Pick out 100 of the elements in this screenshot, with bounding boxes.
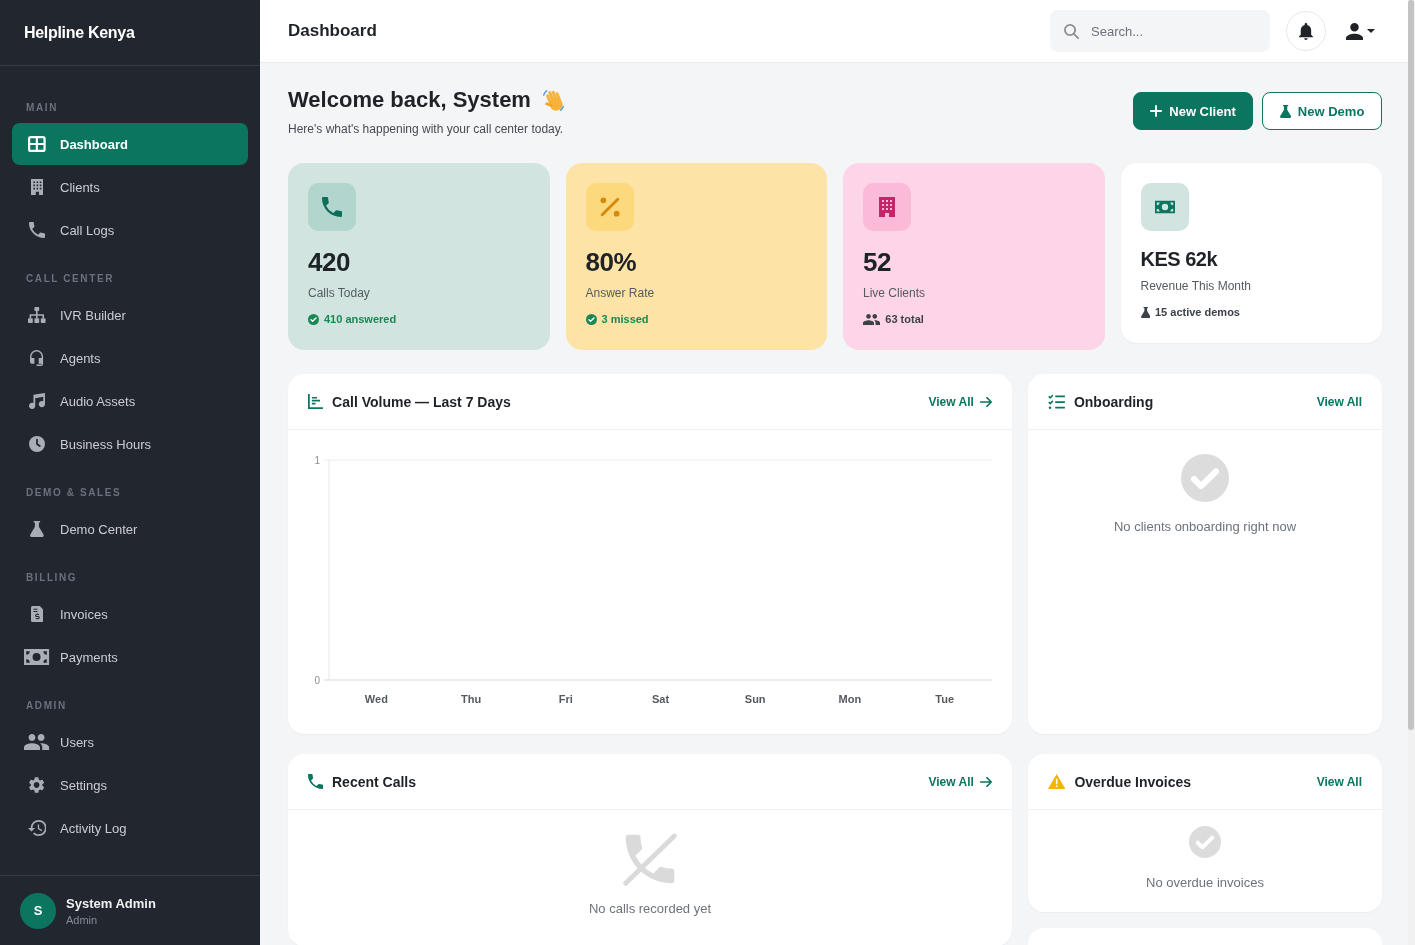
section-label: BILLING <box>26 572 78 583</box>
stat-note: 3 missed <box>601 312 649 326</box>
axis-label: 1 <box>314 455 320 466</box>
stat-label: Revenue This Month <box>1140 278 1252 294</box>
stat-label: Answer Rate <box>585 285 656 301</box>
panel-title: Onboarding <box>1073 393 1154 410</box>
percent-icon <box>585 183 634 231</box>
stat-label: Live Clients <box>863 285 927 301</box>
phone-icon <box>308 183 356 231</box>
arrow-right-icon <box>979 776 992 787</box>
notification-button[interactable] <box>1286 11 1326 51</box>
axis-label: 0 <box>314 675 320 686</box>
view-all-link[interactable]: View All <box>928 394 992 409</box>
sidebar-item[interactable]: Demo Center <box>12 508 248 550</box>
sidebar-item[interactable]: Invoices <box>12 593 248 635</box>
section-label: MAIN <box>26 102 58 113</box>
sidebar-item[interactable]: IVR Builder <box>12 294 248 336</box>
section-label: DEMO & SALES <box>26 487 122 498</box>
panel-title: Overdue Invoices <box>1074 773 1192 790</box>
phone-icon <box>29 222 45 238</box>
user-avatar: S <box>20 892 56 929</box>
caret-icon <box>1367 29 1375 33</box>
axis-label: Fri <box>558 693 573 705</box>
panel-title: Recent Calls <box>332 773 417 790</box>
banknote-icon <box>1140 183 1189 231</box>
search-icon <box>1064 23 1079 39</box>
user-name: System Admin <box>66 895 156 911</box>
stat-value: 420 <box>308 247 351 277</box>
chart-icon <box>308 394 324 409</box>
stat-label: Calls Today <box>308 285 371 301</box>
user-menu-button[interactable] <box>1346 22 1375 40</box>
section-label: CALL CENTER <box>26 273 114 284</box>
page-title: Dashboard <box>288 21 377 41</box>
sidebar-item[interactable]: Users <box>12 721 248 763</box>
stat-value: 80% <box>585 247 638 277</box>
document-icon <box>30 606 44 622</box>
plus-icon <box>1150 105 1163 117</box>
empty-message: No calls recorded yet <box>588 901 712 917</box>
check-circle-icon <box>585 313 597 325</box>
users-icon <box>863 313 881 325</box>
stat-value: KES 62k <box>1140 247 1219 271</box>
warning-icon <box>1048 774 1066 789</box>
welcome-subtitle: Here's what's happening with your call center today. <box>288 122 565 136</box>
users-icon <box>24 734 50 750</box>
action-button[interactable]: New Client <box>1133 92 1253 130</box>
headset-icon <box>30 350 44 366</box>
building-icon <box>863 183 911 231</box>
checklist-icon <box>1048 394 1065 409</box>
view-all-link[interactable]: View All <box>928 774 992 789</box>
phone-slash-icon <box>623 832 677 886</box>
empty-message: No clients onboarding right now <box>1113 519 1297 535</box>
stat-note: 15 active demos <box>1155 305 1240 319</box>
stat-value: 52 <box>863 247 892 277</box>
check-circle-icon <box>1181 454 1229 502</box>
flask-icon <box>30 521 44 537</box>
axis-label: Sat <box>651 693 670 705</box>
axis-label: Sun <box>744 693 766 705</box>
gear-icon <box>29 777 45 793</box>
axis-label: Tue <box>935 693 954 705</box>
sidebar-item[interactable]: Dashboard <box>12 123 248 165</box>
sidebar-item[interactable]: Settings <box>12 764 248 806</box>
view-all-link[interactable]: View All <box>1316 394 1362 409</box>
scrollbar-thumb[interactable] <box>1408 0 1414 730</box>
clock-icon <box>29 436 45 452</box>
flask-icon <box>1279 104 1291 118</box>
arrow-right-icon <box>979 396 992 407</box>
waving-hand-icon <box>540 87 567 113</box>
search-field[interactable]: Search... <box>1050 10 1270 52</box>
sidebar-item[interactable]: Clients <box>12 166 248 208</box>
axis-label: Thu <box>461 693 482 705</box>
user-role: Admin <box>66 913 99 926</box>
flask-icon <box>1140 306 1150 318</box>
action-button[interactable]: New Demo <box>1262 92 1382 130</box>
building-icon <box>30 179 44 195</box>
phone-icon <box>308 774 323 789</box>
sitemap-icon <box>28 307 46 323</box>
welcome-title: Welcome back, System <box>288 86 531 114</box>
history-icon <box>27 820 47 836</box>
sidebar-item[interactable]: Call Logs <box>12 209 248 251</box>
view-all-link[interactable]: View All <box>1316 774 1362 789</box>
stat-note: 63 total <box>885 312 924 326</box>
section-label: ADMIN <box>26 700 67 711</box>
sidebar-item[interactable]: Payments <box>12 636 248 678</box>
grid-icon <box>28 136 46 152</box>
axis-label: Wed <box>364 693 388 705</box>
check-circle-icon <box>308 313 319 325</box>
banknote-icon <box>24 649 50 665</box>
music-note-icon <box>29 393 45 409</box>
stat-note: 410 answered <box>324 312 397 326</box>
sidebar-item[interactable]: Business Hours <box>12 423 248 465</box>
check-circle-icon <box>1189 826 1221 858</box>
axis-label: Mon <box>838 693 862 705</box>
sidebar-item[interactable]: Audio Assets <box>12 380 248 422</box>
panel-title: Call Volume — Last 7 Days <box>332 393 511 410</box>
sidebar-item[interactable]: Activity Log <box>12 807 248 849</box>
empty-message: No overdue invoices <box>1146 875 1264 891</box>
user-icon <box>1346 22 1363 40</box>
bell-icon <box>1299 22 1313 40</box>
brand-name: Helpline Kenya <box>24 23 135 42</box>
sidebar-item[interactable]: Agents <box>12 337 248 379</box>
